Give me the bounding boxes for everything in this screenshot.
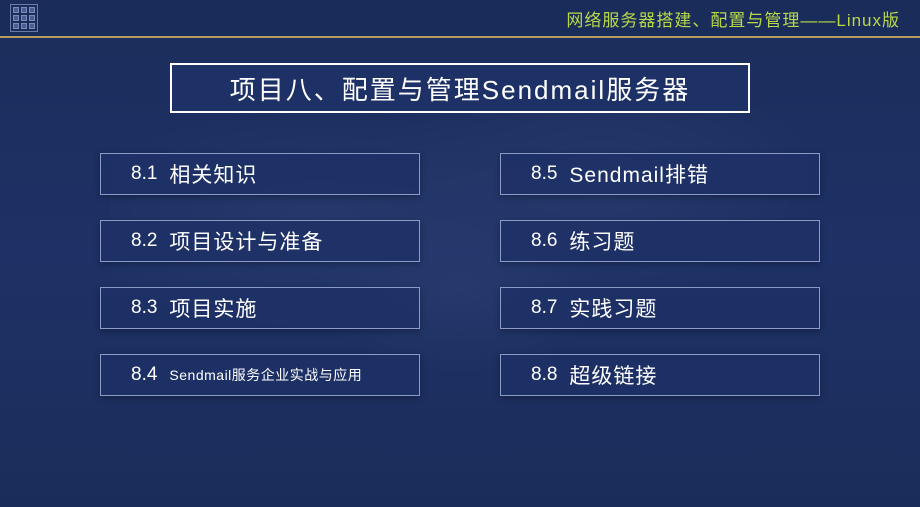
- top-bar: 网络服务器搭建、配置与管理——Linux版: [0, 0, 920, 38]
- item-label: Sendmail服务企业实战与应用: [169, 365, 362, 385]
- toc-item-8-6[interactable]: 8.6 练习题: [500, 220, 820, 262]
- slide-title: 项目八、配置与管理Sendmail服务器: [170, 63, 750, 113]
- item-number: 8.2: [131, 230, 157, 252]
- item-label: 超级链接: [569, 360, 657, 390]
- item-number: 8.1: [131, 163, 157, 185]
- toc-item-8-7[interactable]: 8.7 实践习题: [500, 287, 820, 329]
- content-area: 8.1 相关知识 8.2 项目设计与准备 8.3 项目实施 8.4 Sendma…: [0, 153, 920, 396]
- item-number: 8.8: [531, 364, 557, 386]
- item-label: 项目实施: [169, 293, 257, 323]
- item-label: 练习题: [569, 226, 635, 256]
- item-number: 8.3: [131, 297, 157, 319]
- item-label: 项目设计与准备: [169, 226, 323, 256]
- left-column: 8.1 相关知识 8.2 项目设计与准备 8.3 项目实施 8.4 Sendma…: [100, 153, 420, 396]
- toc-item-8-3[interactable]: 8.3 项目实施: [100, 287, 420, 329]
- item-label: 实践习题: [569, 293, 657, 323]
- toc-item-8-1[interactable]: 8.1 相关知识: [100, 153, 420, 195]
- grid-icon[interactable]: [10, 4, 38, 32]
- item-label: Sendmail排错: [569, 159, 709, 189]
- item-number: 8.5: [531, 163, 557, 185]
- item-label: 相关知识: [169, 159, 257, 189]
- toc-item-8-4[interactable]: 8.4 Sendmail服务企业实战与应用: [100, 354, 420, 396]
- item-number: 8.6: [531, 230, 557, 252]
- toc-item-8-8[interactable]: 8.8 超级链接: [500, 354, 820, 396]
- header-text: 网络服务器搭建、配置与管理——Linux版: [566, 6, 900, 31]
- toc-item-8-5[interactable]: 8.5 Sendmail排错: [500, 153, 820, 195]
- right-column: 8.5 Sendmail排错 8.6 练习题 8.7 实践习题 8.8 超级链接: [500, 153, 820, 396]
- toc-item-8-2[interactable]: 8.2 项目设计与准备: [100, 220, 420, 262]
- item-number: 8.4: [131, 364, 157, 386]
- item-number: 8.7: [531, 297, 557, 319]
